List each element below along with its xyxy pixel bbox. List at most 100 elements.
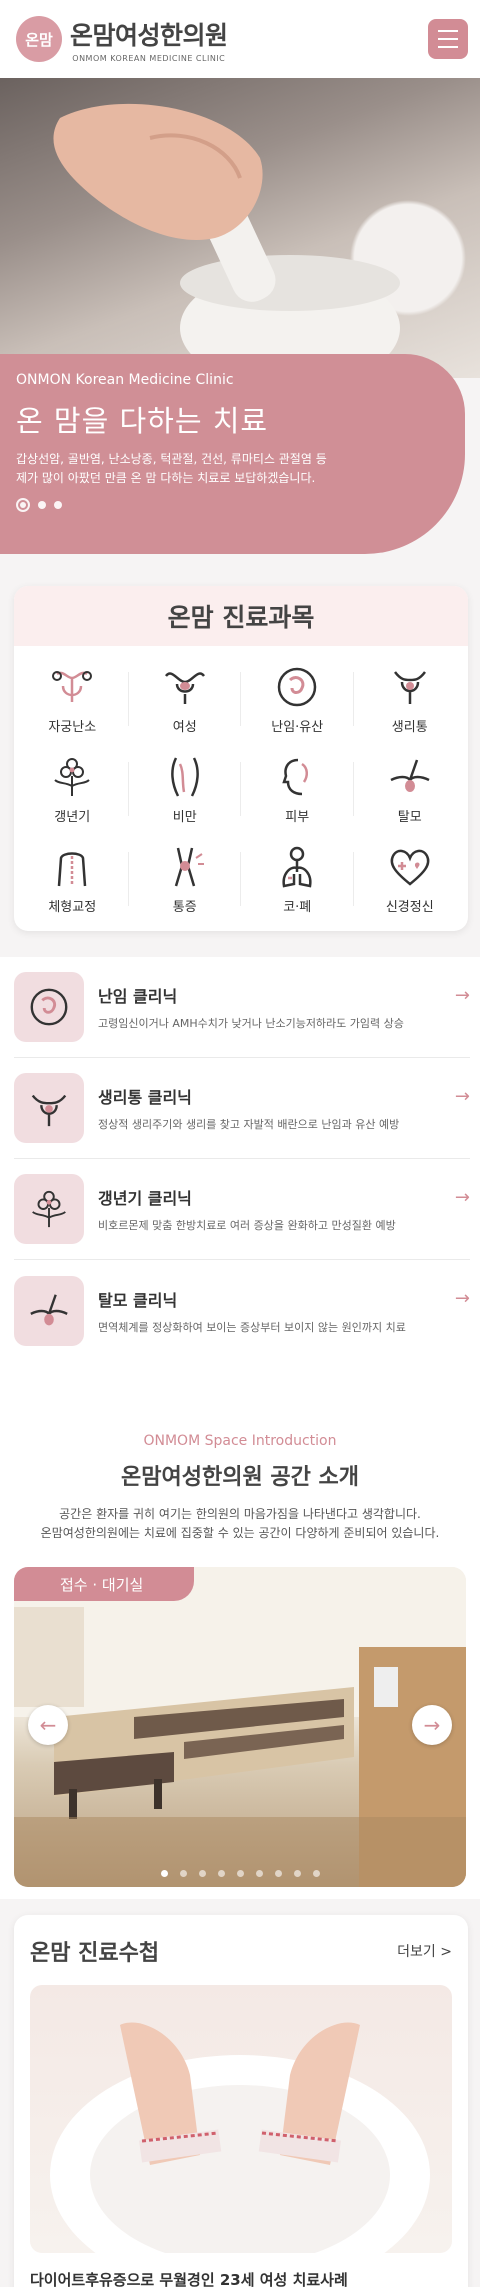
- clinic-icon-box: [14, 1275, 84, 1346]
- clinics-list: 난임 클리닉 → 고령임신이거나 AMH수치가 낮거나 난소기능저하라도 가임력 …: [0, 957, 480, 1373]
- clinic-title-text: 생리통 클리닉: [98, 1088, 192, 1107]
- reviews-panel: 온맘 진료수첩 더보기 > 다이어트후유증으로 무월경인 23세 여성 치료사례: [14, 1915, 468, 2287]
- gallery-pagination: [14, 1870, 466, 1877]
- arrow-right-icon[interactable]: →: [455, 1288, 470, 1309]
- clinic-body: 갱년기 클리닉 → 비호르몬제 맞춤 한방치료로 여러 증상을 완화하고 만성질환…: [98, 1185, 470, 1233]
- brand-name: 온맘여성한의원: [70, 20, 228, 50]
- space-text: 공간은 환자를 귀히 여기는 한의원의 마음가짐을 나타낸다고 생각합니다. 온…: [14, 1505, 466, 1543]
- gallery-dot[interactable]: [179, 1870, 187, 1877]
- clinic-title-text: 갱년기 클리닉: [98, 1189, 192, 1208]
- dept-item-menstrual-pain[interactable]: 생리통: [354, 654, 467, 744]
- more-link[interactable]: 더보기 >: [397, 1941, 452, 1961]
- dept-label: 체형교정: [48, 899, 97, 915]
- clinic-icon-box: [14, 1174, 84, 1244]
- dept-label: 통증: [172, 899, 197, 915]
- dept-label: 자궁난소: [48, 719, 97, 735]
- waiting-room-photo: [14, 1567, 466, 1887]
- dept-label: 비만: [172, 809, 197, 825]
- dept-item-obesity[interactable]: 비만: [129, 744, 242, 834]
- clinic-description: 고령임신이거나 AMH수치가 낮거나 난소기능저하라도 가임력 상승: [98, 1017, 404, 1030]
- flower-icon: [32, 1190, 66, 1228]
- posture-back-icon: [58, 851, 87, 886]
- gallery-dot[interactable]: [274, 1870, 282, 1877]
- dept-label: 신경정신: [385, 899, 434, 915]
- clinic-item[interactable]: 갱년기 클리닉 → 비호르몬제 맞춤 한방치료로 여러 증상을 완화하고 만성질환…: [14, 1159, 470, 1260]
- dept-item-female[interactable]: 여성: [129, 654, 242, 744]
- gallery-dot[interactable]: [312, 1870, 320, 1877]
- heart-cross-icon: [390, 849, 430, 886]
- lungs-icon: [282, 846, 312, 887]
- brand-subtitle: ONMOM KOREAN MEDICINE CLINIC: [72, 53, 226, 63]
- dept-item-hair-loss[interactable]: 탈모: [354, 744, 467, 834]
- uterus-icon: [31, 1094, 67, 1127]
- clinic-title: 갱년기 클리닉 →: [98, 1185, 470, 1209]
- dept-label: 여성: [172, 719, 197, 735]
- space-intro-section: ONMOM Space Introduction 온맘여성한의원 공간 소개 공…: [0, 1373, 480, 1899]
- dept-label: 갱년기: [54, 809, 91, 825]
- dept-item-posture[interactable]: 체형교정: [16, 834, 129, 924]
- dept-item-uterus-ovary[interactable]: 자궁난소: [16, 654, 129, 744]
- gallery-dot[interactable]: [255, 1870, 263, 1877]
- clinic-description: 비호르몬제 맞춤 한방치료로 여러 증상을 완화하고 만성질환 예방: [98, 1219, 396, 1232]
- clinic-title-text: 난임 클리닉: [98, 987, 178, 1006]
- hero-kicker: ONMON Korean Medicine Clinic: [16, 372, 234, 388]
- clinic-title-text: 탈모 클리닉: [98, 1290, 178, 1310]
- hero-dot[interactable]: [54, 501, 62, 509]
- fetus-icon: [278, 667, 317, 706]
- clinic-item[interactable]: 난임 클리닉 → 고령임신이거나 AMH수치가 낮거나 난소기능저하라도 가임력 …: [14, 957, 470, 1058]
- female-reproductive-icon: [164, 671, 205, 704]
- clinic-icon-box: [14, 972, 84, 1042]
- clinic-title: 탈모 클리닉 →: [98, 1287, 470, 1311]
- hero-description: 갑상선암, 골반염, 난소낭종, 턱관절, 건선, 류마티스 관절염 등 제가 …: [16, 452, 327, 485]
- hair-icon: [30, 1293, 68, 1325]
- gallery-dot[interactable]: [293, 1870, 301, 1877]
- hero-title: 온 맘을 다하는 치료: [16, 404, 269, 438]
- clinic-icon-box: [14, 1073, 84, 1143]
- reviews-title: 온맘 진료수첩: [30, 1941, 160, 1966]
- dept-item-pain[interactable]: 통증: [129, 834, 242, 924]
- arrow-right-icon[interactable]: →: [455, 985, 470, 1006]
- logo-mark: 온맘: [12, 12, 62, 62]
- gallery-dot-active[interactable]: [160, 1870, 168, 1877]
- uterus-ovary-icon: [52, 670, 93, 702]
- reviews-header: 온맘 진료수첩 더보기 >: [30, 1935, 452, 1967]
- gallery-dot[interactable]: [217, 1870, 225, 1877]
- gallery-tag: 접수 · 대기실: [14, 1567, 194, 1601]
- review-thumbnail[interactable]: [30, 1985, 452, 2253]
- dept-item-nose-lung[interactable]: 코·폐: [241, 834, 354, 924]
- departments-panel: 온맘 진료과목 자궁난소 여성 난임·유산 생리통 갱년기 비만 피부 탈모 체…: [14, 586, 468, 931]
- tape-measure-hands-photo: [50, 2022, 430, 2253]
- menu-bar: [438, 38, 458, 40]
- review-caption[interactable]: 다이어트후유증으로 무월경인 23세 여성 치료사례: [30, 2269, 452, 2287]
- menopause-flower-icon: [54, 757, 90, 796]
- hamburger-menu-icon[interactable]: [428, 19, 468, 59]
- clinic-title: 생리통 클리닉 →: [98, 1084, 470, 1108]
- hero-dot-active[interactable]: [16, 498, 30, 512]
- dept-item-neuro-psych[interactable]: 신경정신: [354, 834, 467, 924]
- dept-item-skin[interactable]: 피부: [241, 744, 354, 834]
- space-gallery[interactable]: 접수 · 대기실 ← →: [14, 1567, 466, 1887]
- gallery-dot[interactable]: [236, 1870, 244, 1877]
- site-header: 온맘 온맘여성한의원 ONMOM KOREAN MEDICINE CLINIC: [0, 0, 480, 78]
- dept-label: 난임·유산: [271, 719, 324, 735]
- hair-follicle-icon: [390, 759, 430, 792]
- clinic-title: 난임 클리닉 →: [98, 983, 470, 1007]
- hero-dot[interactable]: [38, 501, 46, 509]
- arrow-right-icon[interactable]: →: [455, 1187, 470, 1208]
- clinic-item[interactable]: 탈모 클리닉 → 면역체계를 정상화하여 보이는 증상부터 보이지 않는 원인까지…: [14, 1260, 470, 1361]
- arrow-left-icon[interactable]: ←: [28, 1705, 68, 1745]
- dept-label: 생리통: [391, 719, 428, 735]
- hero-image: [0, 78, 480, 378]
- clinic-description: 정상적 생리주기와 생리를 찾고 자발적 배란으로 난임과 유산 예방: [98, 1118, 400, 1131]
- hero-caption-card: ONMON Korean Medicine Clinic 온 맘을 다하는 치료…: [0, 354, 465, 554]
- arrow-right-icon[interactable]: →: [455, 1086, 470, 1107]
- clinic-body: 생리통 클리닉 → 정상적 생리주기와 생리를 찾고 자발적 배란으로 난임과 유…: [98, 1084, 470, 1132]
- dept-item-infertility[interactable]: 난임·유산: [241, 654, 354, 744]
- dept-label: 코·폐: [283, 899, 312, 915]
- clinic-item[interactable]: 생리통 클리닉 → 정상적 생리주기와 생리를 찾고 자발적 배란으로 난임과 유…: [14, 1058, 470, 1159]
- dept-item-menopause[interactable]: 갱년기: [16, 744, 129, 834]
- brand-logo[interactable]: 온맘 온맘여성한의원 ONMOM KOREAN MEDICINE CLINIC: [12, 12, 228, 63]
- arrow-right-icon[interactable]: →: [412, 1705, 452, 1745]
- menstrual-pain-icon: [393, 670, 426, 704]
- gallery-dot[interactable]: [198, 1870, 206, 1877]
